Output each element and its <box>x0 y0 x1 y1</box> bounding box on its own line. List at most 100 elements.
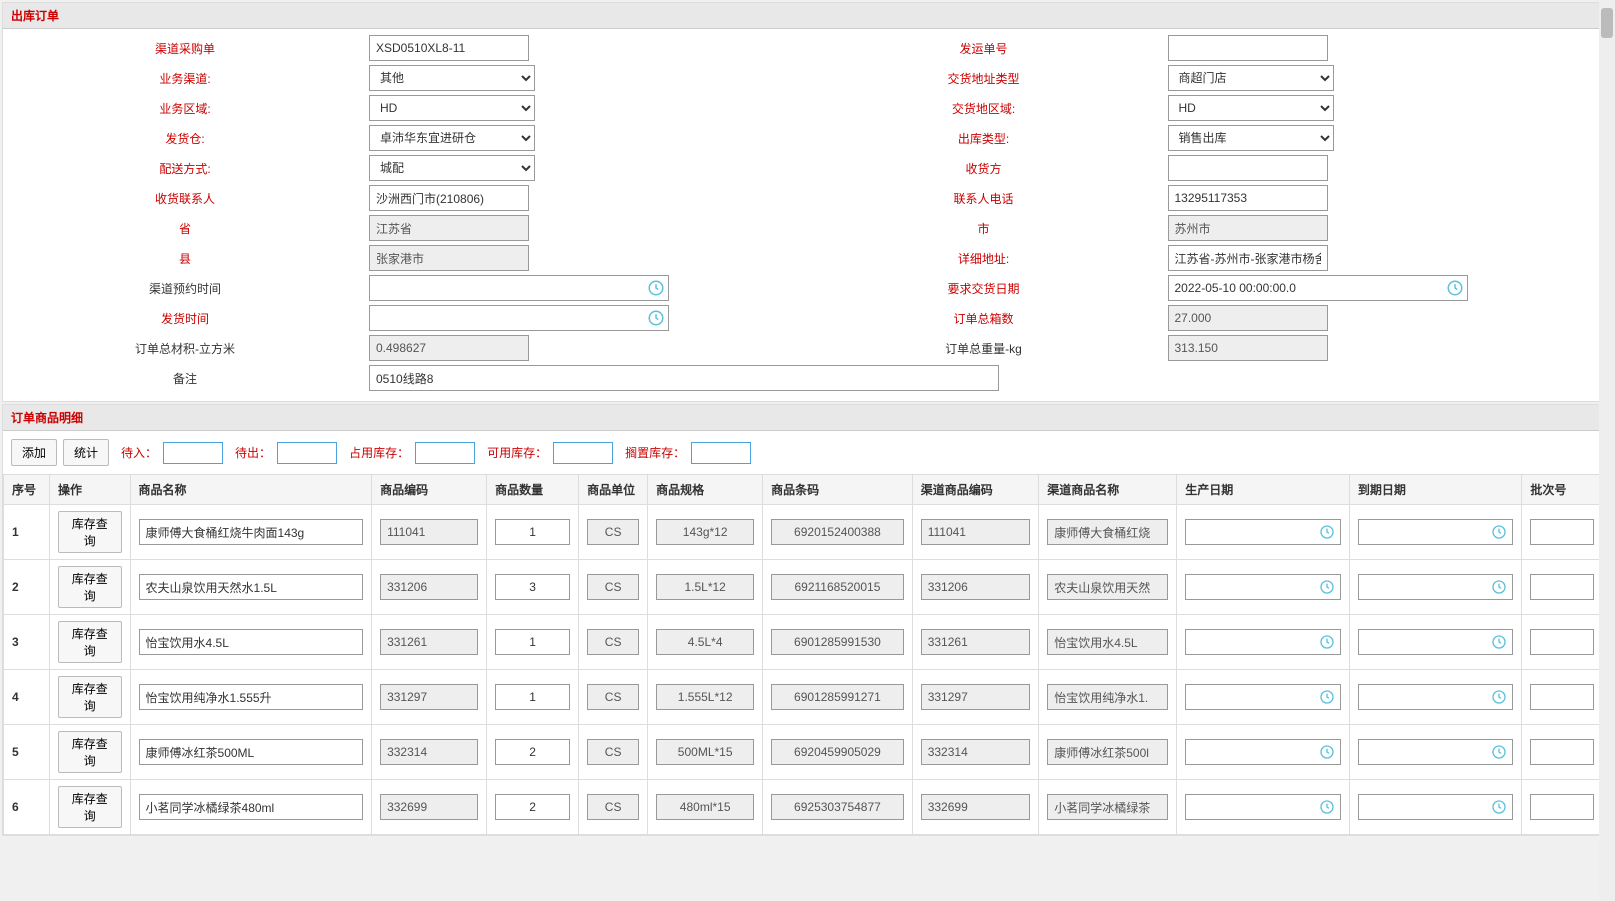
input-shipment-no[interactable] <box>1168 35 1328 61</box>
input-exp-date[interactable] <box>1358 519 1514 545</box>
input-product-name[interactable] <box>139 519 364 545</box>
input-exp-date[interactable] <box>1358 794 1514 820</box>
input-exp-date[interactable] <box>1358 684 1514 710</box>
stat-avail-input[interactable] <box>553 442 613 464</box>
th-qty: 商品数量 <box>487 475 579 505</box>
label-address: 详细地址: <box>808 250 1168 267</box>
input-qty[interactable] <box>495 519 570 545</box>
stat-out-input[interactable] <box>277 442 337 464</box>
stat-idle-input[interactable] <box>691 442 751 464</box>
input-receiver[interactable] <box>1168 155 1328 181</box>
input-qty[interactable] <box>495 574 570 600</box>
select-delivery-addr-type[interactable]: 商超门店 <box>1168 65 1334 91</box>
input-qty[interactable] <box>495 629 570 655</box>
stat-idle-label: 搁置库存： <box>625 444 685 461</box>
stat-occupy-input[interactable] <box>415 442 475 464</box>
input-batch[interactable] <box>1530 794 1594 820</box>
scroll-thumb[interactable] <box>1601 8 1613 38</box>
stock-query-button[interactable]: 库存查询 <box>58 621 122 663</box>
select-warehouse[interactable]: 卓沛华东宜进研仓 <box>369 125 535 151</box>
select-biz-region[interactable]: HD <box>369 95 535 121</box>
cell-seq: 3 <box>4 615 50 670</box>
input-batch[interactable] <box>1530 519 1594 545</box>
input-spec <box>656 574 754 600</box>
clock-icon <box>1319 744 1335 760</box>
input-batch[interactable] <box>1530 739 1594 765</box>
label-city: 市 <box>808 220 1168 237</box>
th-ch-code: 渠道商品编码 <box>912 475 1039 505</box>
input-exp-date[interactable] <box>1358 739 1514 765</box>
select-out-type[interactable]: 销售出库 <box>1168 125 1334 151</box>
input-spec <box>656 794 754 820</box>
input-unit <box>587 739 639 765</box>
input-prod-date[interactable] <box>1185 519 1341 545</box>
label-county: 县 <box>9 250 369 267</box>
input-prod-date[interactable] <box>1185 739 1341 765</box>
vertical-scrollbar[interactable] <box>1599 0 1615 901</box>
input-qty[interactable] <box>495 739 570 765</box>
input-unit <box>587 519 639 545</box>
input-barcode <box>771 739 904 765</box>
th-barcode: 商品条码 <box>763 475 913 505</box>
add-button[interactable]: 添加 <box>11 439 57 466</box>
input-batch[interactable] <box>1530 684 1594 710</box>
label-ship-time: 发货时间 <box>9 310 369 327</box>
th-exp-date: 到期日期 <box>1349 475 1522 505</box>
input-batch[interactable] <box>1530 629 1594 655</box>
input-channel-code <box>921 574 1031 600</box>
stock-query-button[interactable]: 库存查询 <box>58 511 122 553</box>
clock-icon <box>1319 579 1335 595</box>
stat-in-input[interactable] <box>163 442 223 464</box>
stock-query-button[interactable]: 库存查询 <box>58 676 122 718</box>
input-product-name[interactable] <box>139 574 364 600</box>
input-product-name[interactable] <box>139 739 364 765</box>
input-req-date[interactable] <box>1168 275 1468 301</box>
input-product-name[interactable] <box>139 684 364 710</box>
input-prod-date[interactable] <box>1185 794 1341 820</box>
select-delivery-region[interactable]: HD <box>1168 95 1334 121</box>
label-remark: 备注 <box>9 370 369 387</box>
input-contact[interactable] <box>369 185 529 211</box>
clock-icon <box>1491 524 1507 540</box>
input-spec <box>656 739 754 765</box>
select-biz-channel[interactable]: 其他 <box>369 65 535 91</box>
input-channel-po[interactable] <box>369 35 529 61</box>
input-unit <box>587 574 639 600</box>
input-product-code <box>380 574 478 600</box>
stock-query-button[interactable]: 库存查询 <box>58 566 122 608</box>
input-address[interactable] <box>1168 245 1328 271</box>
input-product-code <box>380 629 478 655</box>
stat-button[interactable]: 统计 <box>63 439 109 466</box>
input-channel-name <box>1047 519 1168 545</box>
input-channel-name <box>1047 684 1168 710</box>
input-exp-date[interactable] <box>1358 574 1514 600</box>
stock-query-button[interactable]: 库存查询 <box>58 731 122 773</box>
th-prod-date: 生产日期 <box>1177 475 1350 505</box>
input-appt-time[interactable] <box>369 275 669 301</box>
label-province: 省 <box>9 220 369 237</box>
cell-seq: 6 <box>4 780 50 835</box>
th-ch-name: 渠道商品名称 <box>1039 475 1177 505</box>
input-exp-date[interactable] <box>1358 629 1514 655</box>
input-ship-time[interactable] <box>369 305 669 331</box>
input-product-code <box>380 684 478 710</box>
input-product-name[interactable] <box>139 794 364 820</box>
input-qty[interactable] <box>495 794 570 820</box>
th-name: 商品名称 <box>130 475 372 505</box>
select-delivery-method[interactable]: 城配 <box>369 155 535 181</box>
input-channel-code <box>921 519 1031 545</box>
label-receiver: 收货方 <box>808 160 1168 177</box>
input-prod-date[interactable] <box>1185 684 1341 710</box>
input-total-vol <box>369 335 529 361</box>
stock-query-button[interactable]: 库存查询 <box>58 786 122 828</box>
input-prod-date[interactable] <box>1185 574 1341 600</box>
input-remark[interactable] <box>369 365 999 391</box>
clock-icon <box>1491 799 1507 815</box>
clock-icon <box>1491 579 1507 595</box>
input-product-name[interactable] <box>139 629 364 655</box>
input-phone[interactable] <box>1168 185 1328 211</box>
input-batch[interactable] <box>1530 574 1594 600</box>
table-row: 2库存查询 <box>4 560 1603 615</box>
input-prod-date[interactable] <box>1185 629 1341 655</box>
input-qty[interactable] <box>495 684 570 710</box>
